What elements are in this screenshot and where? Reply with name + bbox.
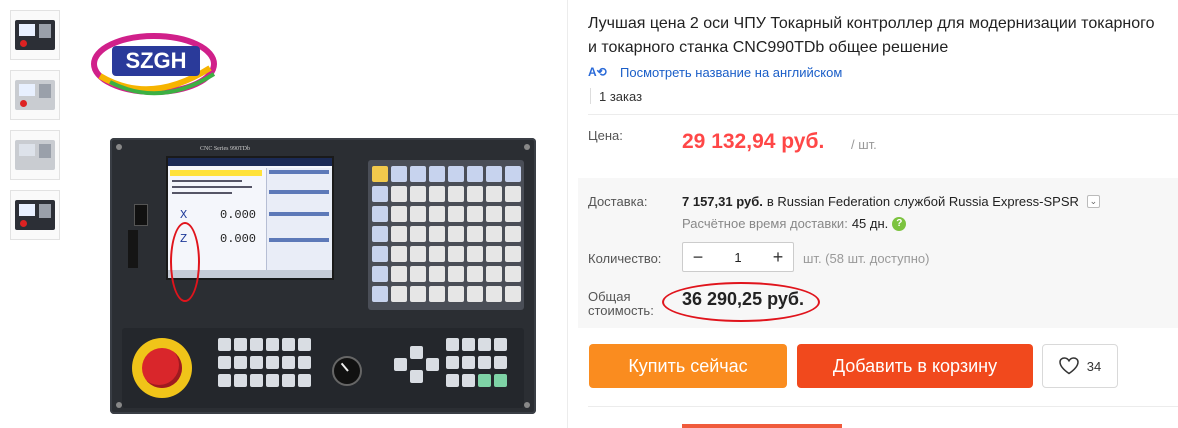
z-axis-value: 0.000 xyxy=(220,232,257,246)
wishlist-count: 34 xyxy=(1086,358,1102,374)
x-axis-value: 0.000 xyxy=(220,208,257,222)
wishlist-button[interactable]: 34 xyxy=(1042,344,1118,388)
quantity-input[interactable] xyxy=(713,246,763,268)
translate-title-link[interactable]: A⟲ Посмотреть название на английском xyxy=(588,62,842,82)
thumbnail-1[interactable] xyxy=(10,10,60,60)
add-to-cart-button[interactable]: Добавить в корзину xyxy=(797,344,1033,388)
total-label: Общая стоимость: xyxy=(588,289,654,318)
highlight-oval xyxy=(170,222,200,302)
quantity-stepper: − + xyxy=(682,242,794,272)
thumbnail-strip xyxy=(10,10,60,250)
eta-label: Расчётное время доставки: xyxy=(682,216,848,231)
translate-link-text: Посмотреть название на английском xyxy=(620,64,843,80)
bottom-strip xyxy=(682,424,842,428)
thumbnail-3[interactable] xyxy=(10,130,60,180)
chevron-down-icon[interactable]: ⌄ xyxy=(1086,195,1100,208)
buy-now-button[interactable]: Купить сейчас xyxy=(589,344,787,388)
eta-days: 45 дн. xyxy=(851,216,889,231)
orders-separator xyxy=(590,88,591,104)
price-value: 29 132,94 руб. xyxy=(682,130,825,153)
thumbnail-2[interactable] xyxy=(10,70,60,120)
stock-available: шт. (58 шт. доступно) xyxy=(803,251,930,266)
emergency-stop-button xyxy=(132,338,192,398)
orders-count: 1 заказ xyxy=(599,89,643,104)
feed-override-knob xyxy=(332,356,362,386)
thumbnail-4[interactable] xyxy=(10,190,60,240)
highlight-oval xyxy=(662,282,820,322)
shipping-cost: 7 157,31 руб. xyxy=(682,194,763,209)
product-page: SZGH CNC Series 990TDb X 0.000 Z 0.000 Л… xyxy=(0,0,1178,428)
szgh-logo: SZGH xyxy=(91,33,217,96)
quantity-decrease-button[interactable]: − xyxy=(683,243,713,271)
x-axis-label: X xyxy=(180,208,188,222)
column-divider xyxy=(567,0,568,428)
help-icon[interactable]: ? xyxy=(892,216,907,231)
cnc-keypad xyxy=(368,160,524,310)
main-product-image[interactable]: SZGH CNC Series 990TDb X 0.000 Z 0.000 xyxy=(68,10,568,428)
quantity-increase-button[interactable]: + xyxy=(763,243,793,271)
shipping-label: Доставка: xyxy=(588,194,648,209)
shipping-option[interactable]: 7 157,31 руб. в Russian Federation служб… xyxy=(682,194,1100,209)
quantity-label: Количество: xyxy=(588,251,662,266)
price-unit: / шт. xyxy=(851,137,877,152)
heart-icon xyxy=(1059,357,1079,375)
logo-text: SZGH xyxy=(125,48,186,73)
cnc-controller-image: CNC Series 990TDb X 0.000 Z 0.000 xyxy=(110,138,536,414)
delivery-estimate: Расчётное время доставки: 45 дн. ? xyxy=(682,216,907,231)
shipping-method: в Russian Federation службой Russia Expr… xyxy=(766,194,1079,209)
device-header: CNC Series 990TDb xyxy=(200,146,250,152)
divider xyxy=(588,406,1178,407)
price-label: Цена: xyxy=(588,128,623,143)
translate-icon: A⟲ xyxy=(588,65,607,79)
usb-port xyxy=(134,204,148,226)
divider xyxy=(588,114,1178,115)
product-title: Лучшая цена 2 оси ЧПУ Токарный контролле… xyxy=(588,15,1155,56)
